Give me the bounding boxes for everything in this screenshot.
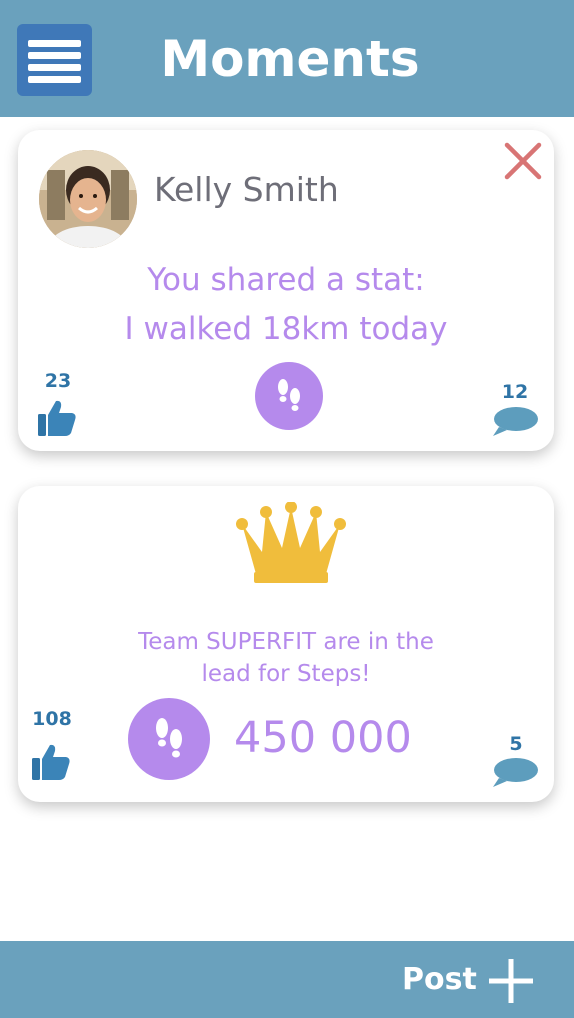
page-title: Moments xyxy=(160,30,420,88)
stat-line-1: You shared a stat: xyxy=(147,262,425,298)
thumbs-up-icon xyxy=(32,744,70,780)
post-label[interactable]: Post xyxy=(402,960,477,1000)
steps-badge xyxy=(128,698,210,780)
team-line-1: Team SUPERFIT are in the xyxy=(138,629,434,655)
stat-line-2: I walked 18km today xyxy=(124,311,448,347)
like-count: 23 xyxy=(44,370,72,392)
moment-card-team[interactable]: Team SUPERFIT are in the lead for Steps!… xyxy=(18,486,554,802)
close-button[interactable] xyxy=(503,141,543,181)
menu-button[interactable] xyxy=(17,24,92,96)
team-line-2: lead for Steps! xyxy=(201,661,371,687)
comment-bubble-icon xyxy=(493,407,538,436)
app-header: Moments xyxy=(0,0,574,117)
steps-icon xyxy=(156,718,182,758)
steps-icon xyxy=(278,379,300,411)
comment-button[interactable] xyxy=(491,756,539,794)
post-button[interactable] xyxy=(486,956,536,1006)
comment-count: 12 xyxy=(501,381,529,403)
comment-count: 5 xyxy=(509,733,523,755)
steps-badge xyxy=(255,362,323,430)
comment-button[interactable] xyxy=(491,405,539,443)
crown-badge xyxy=(234,501,348,590)
comment-bubble-icon xyxy=(493,758,538,787)
close-icon xyxy=(504,142,542,180)
like-button[interactable] xyxy=(36,398,78,442)
user-name[interactable]: Kelly Smith xyxy=(154,170,339,210)
plus-icon xyxy=(489,959,533,1003)
moment-card-stat[interactable]: Kelly Smith You shared a stat: I walked … xyxy=(18,130,554,451)
steps-total: 450 000 xyxy=(234,713,412,763)
like-button[interactable] xyxy=(30,742,72,786)
thumbs-up-icon xyxy=(38,400,76,436)
crown-icon xyxy=(236,501,346,583)
bottom-bar: Post xyxy=(0,941,574,1018)
avatar[interactable] xyxy=(39,150,137,248)
like-count: 108 xyxy=(32,708,72,730)
